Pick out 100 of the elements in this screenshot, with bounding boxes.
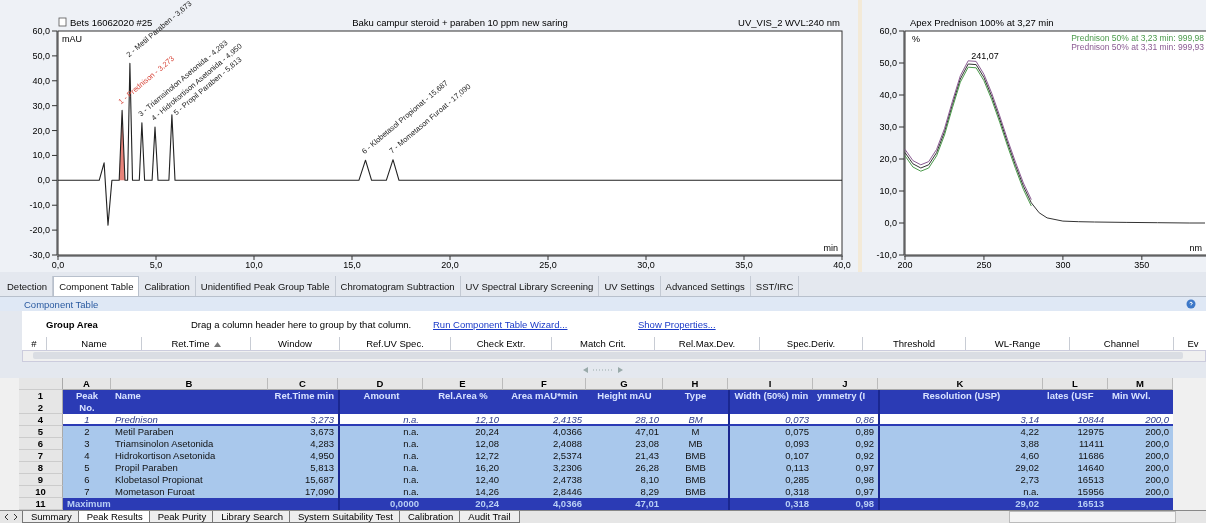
grip-icon[interactable] (583, 367, 623, 373)
sheet-tab[interactable]: Peak Results (77, 511, 152, 523)
column-header: ymmetry (I (817, 390, 866, 402)
table-cell: 4,283 (268, 438, 338, 450)
help-icon[interactable] (1186, 299, 1196, 309)
table-cell: 0,075 (728, 426, 813, 438)
sheet-tab[interactable]: System Suitability Test (289, 511, 402, 523)
row-number[interactable]: 11 (19, 498, 63, 510)
column-letter[interactable]: I (728, 378, 813, 390)
scrollbar-thumb[interactable] (33, 352, 1183, 359)
table-cell: 17,090 (268, 486, 338, 498)
column-letter[interactable]: E (423, 378, 503, 390)
table-cell: BMB (663, 486, 728, 498)
link[interactable]: Show Properties... (638, 318, 716, 330)
table-cell: 200,0 (1108, 474, 1173, 486)
table-cell: 15,687 (268, 474, 338, 486)
row-number[interactable]: 2 (19, 402, 62, 414)
table-cell: 6 (63, 474, 111, 486)
tick-label: 10,0 (245, 260, 263, 270)
tick-label: 200 (897, 260, 913, 270)
table-cell: 28,10 (586, 414, 663, 426)
link[interactable]: Run Component Table Wizard... (433, 318, 638, 330)
scrollbar[interactable] (1009, 511, 1176, 523)
table-cell: 0,113 (728, 462, 813, 474)
table-cell: 4,60 (878, 450, 1043, 462)
sheet-tab[interactable]: Audit Trail (459, 511, 520, 523)
table-cell: 20,24 (423, 498, 503, 510)
row-number[interactable]: 6 (19, 438, 63, 450)
table-cell: 4,950 (268, 450, 338, 462)
tab[interactable]: SST/IRC (750, 276, 800, 296)
chart-title: Apex Prednison 100% at 3,27 min (910, 17, 1054, 28)
tick-label: 0,0 (884, 218, 897, 228)
tick-label: 10,0 (879, 186, 897, 196)
y-unit-label: % (912, 34, 920, 44)
row-number[interactable]: 10 (19, 486, 63, 498)
table-cell: Metil Paraben (111, 426, 268, 438)
table-cell: 4,22 (878, 426, 1043, 438)
tick-label: -30,0 (29, 250, 50, 260)
column-letter[interactable]: G (586, 378, 663, 390)
tick-label: 10,0 (32, 150, 50, 161)
row-number[interactable]: 9 (19, 474, 63, 486)
tick-label: 30,0 (879, 122, 897, 132)
row-number[interactable]: 8 (19, 462, 63, 474)
table-cell: n.a. (338, 438, 423, 450)
table-cell: 0,107 (728, 450, 813, 462)
tab[interactable]: Component Table (53, 276, 140, 296)
table-cell: 47,01 (586, 498, 663, 510)
table-cell: n.a. (338, 462, 423, 474)
column-letter[interactable]: A (63, 378, 111, 390)
table-cell: n.a. (338, 450, 423, 462)
table-cell: 0,92 (813, 450, 878, 462)
column-letter[interactable]: B (111, 378, 268, 390)
table-cell: 12,40 (423, 474, 503, 486)
tab[interactable]: Unidentified Peak Group Table (195, 276, 336, 296)
table-cell: 10844 (1043, 414, 1108, 426)
column-header: Resolution (USP) (922, 390, 1001, 402)
tick-label: -20,0 (29, 225, 50, 236)
table-cell: BMB (663, 474, 728, 486)
tab[interactable]: Chromatogram Subtraction (335, 276, 461, 296)
table-cell: 2,73 (878, 474, 1043, 486)
table-cell: 200,0 (1108, 426, 1173, 438)
tick-label: 40,0 (833, 260, 851, 270)
column-letter[interactable]: M (1108, 378, 1173, 390)
row-number[interactable]: 4 (19, 414, 63, 426)
column-letter[interactable]: K (878, 378, 1043, 390)
tab[interactable]: UV Settings (599, 276, 661, 296)
tab[interactable]: Calibration (139, 276, 196, 296)
table-cell: 0,86 (813, 414, 878, 426)
x-unit-label: nm (1189, 243, 1202, 253)
tick-label: 300 (1055, 260, 1071, 270)
row-number[interactable]: 7 (19, 450, 63, 462)
column-letter[interactable]: L (1043, 378, 1108, 390)
row-number[interactable]: 1 (19, 390, 62, 402)
column-letter[interactable]: F (503, 378, 586, 390)
tick-label: 30,0 (32, 100, 50, 111)
sheet-tab[interactable]: Summary (22, 511, 81, 523)
tick-label: 20,0 (879, 154, 897, 164)
legend-entry: Prednison 50% at 3,31 min: 999,93 (1071, 42, 1204, 52)
table-cell: 12975 (1043, 426, 1108, 438)
column-letter[interactable]: D (338, 378, 423, 390)
tick-label: 15,0 (343, 260, 361, 270)
tab[interactable]: Advanced Settings (660, 276, 751, 296)
scrollbar[interactable] (22, 350, 1206, 362)
sheet-tab[interactable]: Library Search (212, 511, 292, 523)
column-letter[interactable]: J (813, 378, 878, 390)
column-letter[interactable]: H (663, 378, 728, 390)
table-cell: 3,88 (878, 438, 1043, 450)
table-cell: n.a. (878, 486, 1043, 498)
table-cell: n.a. (338, 474, 423, 486)
column-letter[interactable]: C (268, 378, 338, 390)
table-cell: 2,5374 (503, 450, 586, 462)
select-all-corner[interactable] (19, 378, 63, 390)
table-cell: 29,02 (878, 498, 1043, 510)
table-cell: 0,073 (728, 414, 813, 426)
table-cell: 4,0366 (503, 426, 586, 438)
legend-entry: Prednison 50% at 3,23 min: 999,98 (1071, 33, 1204, 43)
table-cell (663, 498, 728, 510)
row-number[interactable]: 5 (19, 426, 63, 438)
tab[interactable]: UV Spectral Library Screening (460, 276, 600, 296)
table-cell: 14640 (1043, 462, 1108, 474)
